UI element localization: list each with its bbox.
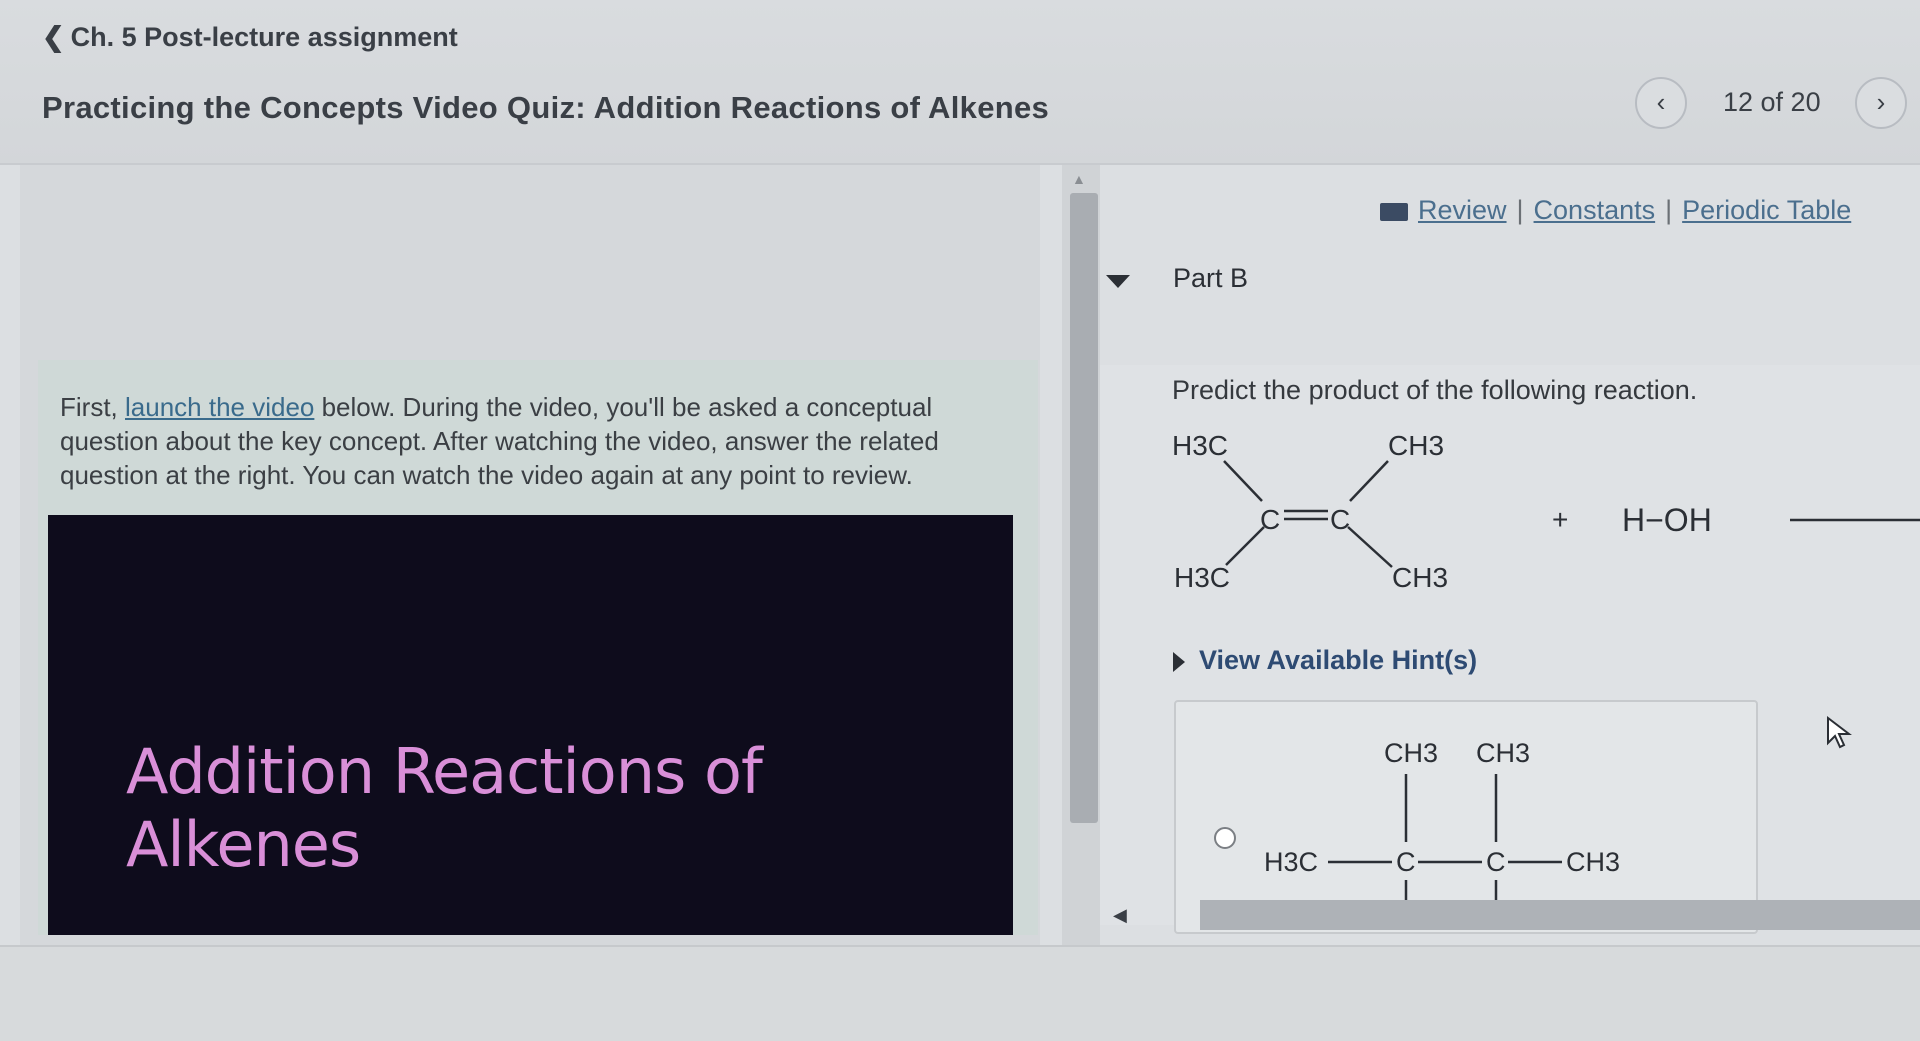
intro-text: First, launch the video below. During th… xyxy=(60,390,1020,492)
question-pager: ‹ 12 of 20 › xyxy=(1635,75,1920,135)
answer-choice-structure: CH3 CH3 H3C C C CH3 xyxy=(1264,738,1620,900)
scroll-up-icon[interactable]: ▲ xyxy=(1072,171,1086,187)
footer-bar xyxy=(0,945,1920,1041)
mouse-pointer-icon xyxy=(1827,715,1852,749)
book-icon xyxy=(1380,202,1408,221)
page-title: Practicing the Concepts Video Quiz: Addi… xyxy=(42,90,1050,125)
chevron-left-icon: ‹ xyxy=(1656,87,1666,117)
choice-top-methyl-1: CH3 xyxy=(1384,738,1438,768)
hint-label: View Available Hint(s) xyxy=(1199,645,1478,675)
alkene-carbon-2: C xyxy=(1330,504,1350,535)
scroll-left-icon[interactable]: ◀ xyxy=(1113,905,1127,926)
question-prompt: Predict the product of the following rea… xyxy=(1172,375,1698,405)
collapse-caret-icon[interactable] xyxy=(1106,275,1130,288)
vertical-scrollbar[interactable]: ▲ xyxy=(1062,165,1100,945)
reactant-top-left: H3C xyxy=(1172,430,1228,461)
constants-link[interactable]: Constants xyxy=(1534,195,1656,225)
water-reagent: H−OH xyxy=(1622,502,1712,538)
intro-start: First, xyxy=(60,392,125,422)
reaction-diagram: H3C CH3 H3C CH3 C C + H−OH xyxy=(1172,430,1920,593)
choice-left-group: H3C xyxy=(1264,847,1318,877)
expand-caret-icon xyxy=(1173,651,1185,672)
link-separator: | xyxy=(1516,195,1524,225)
back-label: Ch. 5 Post-lecture assignment xyxy=(70,22,458,52)
bond-top-left xyxy=(1223,460,1263,502)
chevron-right-icon: › xyxy=(1876,87,1886,117)
link-separator: | xyxy=(1665,195,1673,225)
resource-links: Review | Constants | Periodic Table xyxy=(1380,195,1851,226)
question-panel: Review | Constants | Periodic Table Part B P… xyxy=(1100,165,1920,945)
choice-carbon-2: C xyxy=(1486,847,1506,877)
question-count: 12 of 20 xyxy=(1723,87,1821,117)
video-title: Addition Reactions of Alkenes xyxy=(126,735,763,881)
answer-choices-box: CH3 CH3 H3C C C CH3 xyxy=(1174,700,1758,934)
assignment-header: ❮ Ch. 5 Post-lecture assignment Practicin… xyxy=(0,0,1920,165)
bond-bottom-right xyxy=(1347,526,1393,568)
horizontal-scrollbar[interactable] xyxy=(1200,900,1920,930)
choice-carbon-1: C xyxy=(1396,847,1416,877)
previous-question-button[interactable]: ‹ xyxy=(1635,77,1687,129)
alkene-carbon-1: C xyxy=(1260,504,1280,535)
plus-sign: + xyxy=(1552,504,1568,535)
reactant-bottom-right: CH3 xyxy=(1392,562,1448,593)
scroll-thumb[interactable] xyxy=(1070,193,1098,823)
video-info-box: First, launch the video below. During th… xyxy=(38,360,1038,935)
reactant-top-right: CH3 xyxy=(1388,430,1444,461)
launch-video-link[interactable]: launch the video xyxy=(125,392,314,422)
next-question-button[interactable]: › xyxy=(1855,77,1907,129)
view-hints-toggle[interactable]: View Available Hint(s) xyxy=(1173,645,1477,676)
review-link[interactable]: Review xyxy=(1418,195,1507,225)
part-label: Part B xyxy=(1173,263,1249,293)
reactant-bottom-left: H3C xyxy=(1174,562,1230,593)
bond-bottom-left xyxy=(1225,526,1265,566)
periodic-table-link[interactable]: Periodic Table xyxy=(1682,195,1851,225)
back-to-assignment-link[interactable]: ❮ Ch. 5 Post-lecture assignment xyxy=(42,22,458,53)
choice-right-group: CH3 xyxy=(1566,847,1620,877)
chevron-left-icon: ❮ xyxy=(42,22,65,52)
bond-top-right xyxy=(1349,460,1389,502)
video-player[interactable]: Addition Reactions of Alkenes xyxy=(48,515,1013,935)
choice-top-methyl-2: CH3 xyxy=(1476,738,1530,768)
